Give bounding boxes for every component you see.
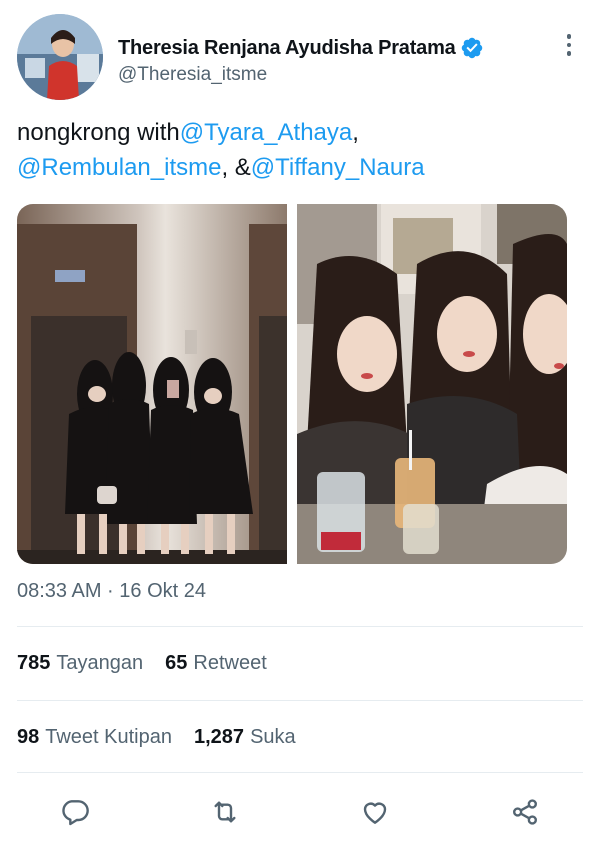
- mention-link[interactable]: @Tiffany_Naura: [251, 154, 425, 181]
- quotes-stat[interactable]: 98 Tweet Kutipan: [17, 726, 172, 749]
- reply-icon: [62, 800, 89, 826]
- more-options-button[interactable]: [557, 30, 581, 60]
- tweet-text-separator: , &: [221, 154, 251, 181]
- mention-link[interactable]: @Rembulan_itsme: [17, 154, 221, 181]
- tweet-text-separator: ,: [352, 119, 359, 146]
- author-display-name[interactable]: Theresia Renjana Ayudisha Pratama: [118, 37, 456, 60]
- like-icon: [363, 802, 387, 824]
- tweet-media: [17, 204, 567, 564]
- share-button[interactable]: [503, 790, 547, 834]
- tweet-header: Theresia Renjana Ayudisha Pratama @There…: [17, 14, 583, 102]
- retweet-button[interactable]: [203, 790, 247, 834]
- reply-button[interactable]: [53, 790, 97, 834]
- divider: [17, 772, 583, 773]
- author-name-row: Theresia Renjana Ayudisha Pratama: [118, 36, 484, 60]
- likes-count: 1,287: [194, 726, 245, 748]
- divider: [17, 700, 583, 701]
- mention-link[interactable]: @Tyara_Athaya: [180, 119, 352, 146]
- likes-stat[interactable]: 1,287 Suka: [194, 726, 296, 749]
- quotes-count: 98: [17, 726, 40, 748]
- tweet-timestamp[interactable]: 08:33 AM · 16 Okt 24: [17, 580, 206, 603]
- views-label: Tayangan: [56, 652, 144, 674]
- photo-cafe-selfie[interactable]: [297, 204, 567, 564]
- divider: [17, 626, 583, 627]
- retweet-icon: [214, 801, 236, 823]
- author-handle[interactable]: @Theresia_itsme: [118, 64, 267, 86]
- stats-row-quotes-likes: 98 Tweet Kutipan 1,287 Suka: [17, 726, 296, 749]
- tweet-text: nongkrong with@Tyara_Athaya, @Rembulan_it…: [17, 115, 577, 185]
- more-dot-icon: [566, 34, 572, 39]
- quotes-label: Tweet Kutipan: [45, 726, 172, 748]
- retweets-label: Retweet: [193, 652, 267, 674]
- retweets-count: 65: [165, 652, 188, 674]
- views-stat[interactable]: 785 Tayangan: [17, 652, 143, 675]
- share-icon: [513, 799, 537, 825]
- avatar[interactable]: [17, 14, 103, 100]
- likes-label: Suka: [250, 726, 296, 748]
- like-button[interactable]: [353, 790, 397, 834]
- retweets-stat[interactable]: 65 Retweet: [165, 652, 267, 675]
- more-dot-icon: [566, 51, 572, 56]
- stats-row-views-retweets: 785 Tayangan 65 Retweet: [17, 652, 267, 675]
- tweet-text-prefix: nongkrong with: [17, 119, 180, 146]
- more-dot-icon: [566, 42, 572, 48]
- photo-elevator-group[interactable]: [17, 204, 287, 564]
- verified-badge-icon: [460, 36, 484, 60]
- tweet-actions-bar: [0, 790, 600, 834]
- views-count: 785: [17, 652, 51, 674]
